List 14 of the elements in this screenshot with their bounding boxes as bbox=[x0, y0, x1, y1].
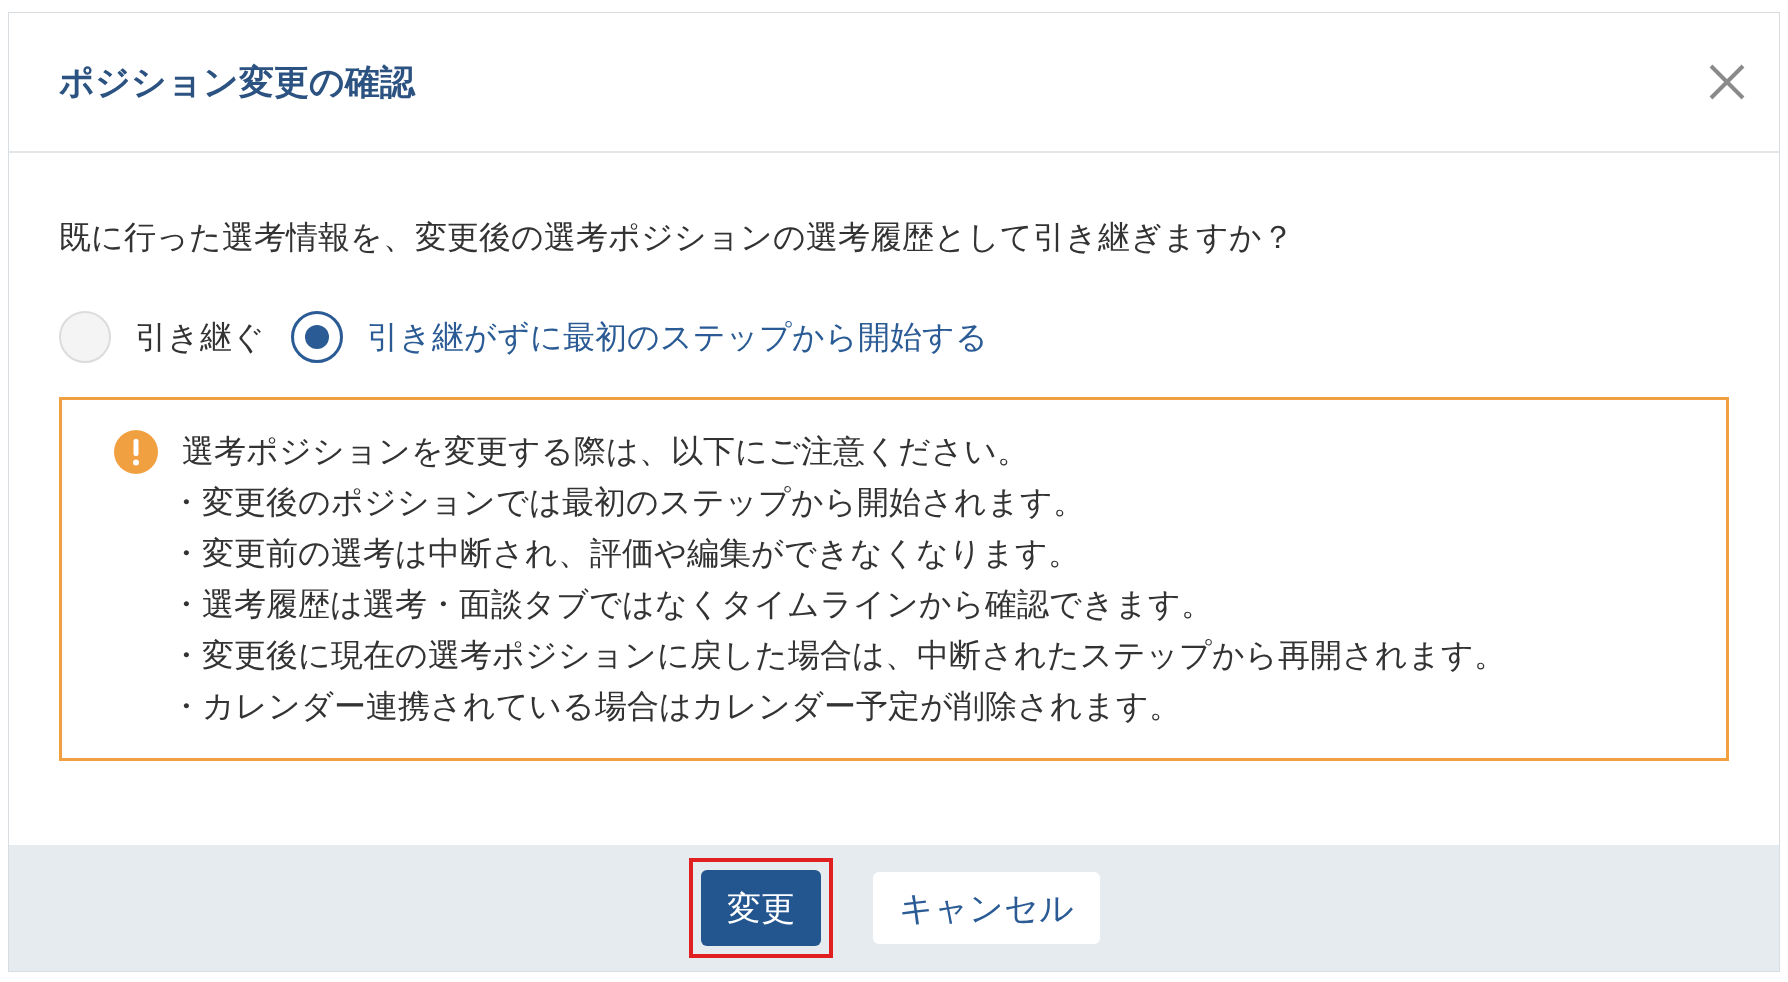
notice-line: ・変更後に現在の選考ポジションに戻した場合は、中断されたステップから再開されます。 bbox=[170, 635, 1506, 676]
radio-option[interactable]: 引き継がずに最初のステップから開始する bbox=[291, 311, 988, 363]
radio-button[interactable] bbox=[291, 311, 343, 363]
confirm-button[interactable]: 変更 bbox=[700, 870, 821, 946]
warning-icon bbox=[114, 430, 158, 474]
question-text: 既に行った選考情報を、変更後の選考ポジションの選考履歴として引き継ぎますか？ bbox=[59, 217, 1295, 258]
notice-line: ・カレンダー連携されている場合はカレンダー予定が削除されます。 bbox=[170, 686, 1182, 727]
cancel-button[interactable]: キャンセル bbox=[872, 872, 1100, 944]
notice-line: ・変更後のポジションでは最初のステップから開始されます。 bbox=[170, 482, 1086, 523]
notice-line: ・変更前の選考は中断され、評価や編集ができなくなります。 bbox=[170, 533, 1081, 574]
notice-line: ・選考履歴は選考・面談タブではなくタイムラインから確認できます。 bbox=[170, 584, 1214, 625]
dialog-title: ポジション変更の確認 bbox=[59, 60, 415, 104]
notice-line: 選考ポジションを変更する際は、以下にご注意ください。 bbox=[182, 431, 1030, 472]
radio-option[interactable]: 引き継ぐ bbox=[59, 311, 265, 363]
